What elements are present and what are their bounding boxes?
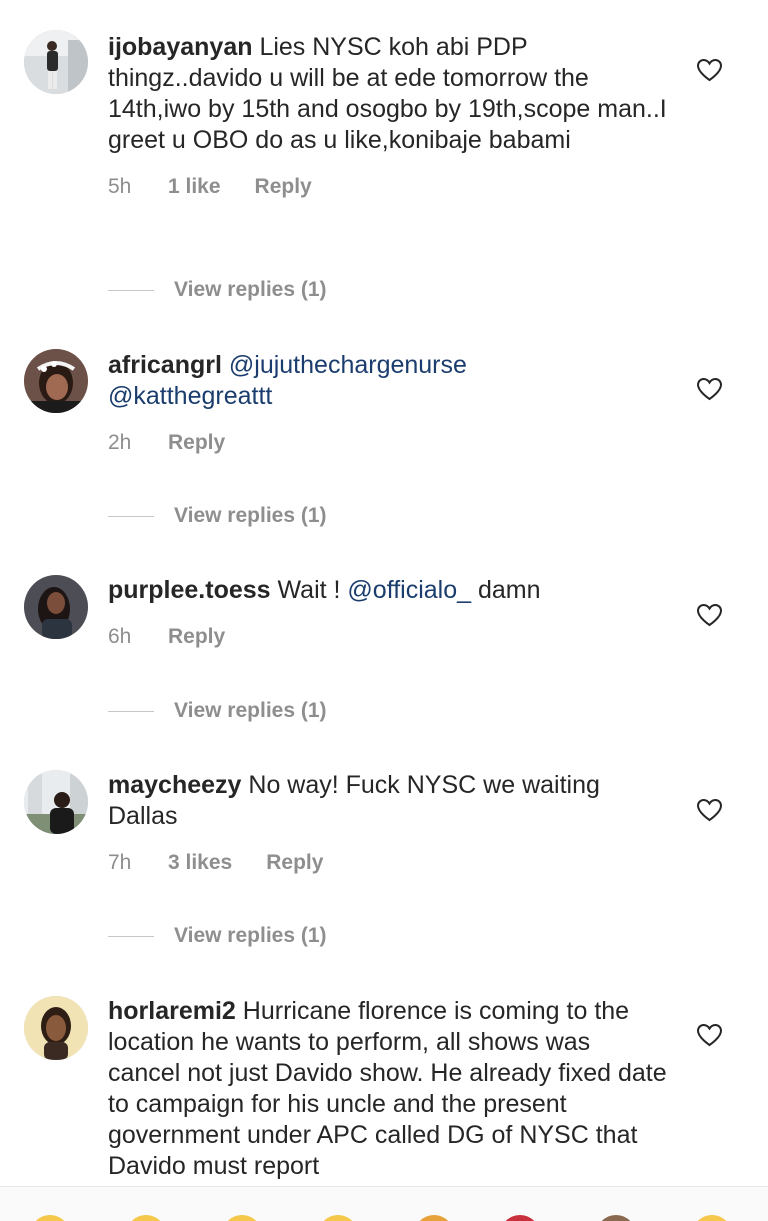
emoji-heart-icon[interactable]	[500, 1215, 540, 1221]
emoji-hands-icon[interactable]	[596, 1215, 636, 1221]
comment-body: ijobayanyan Lies NYSC koh abi PDP thingz…	[108, 32, 668, 200]
comment-text: ijobayanyan Lies NYSC koh abi PDP thingz…	[108, 32, 668, 156]
comment-time: 7h	[108, 851, 132, 874]
emoji-fire-icon[interactable]	[692, 1215, 732, 1221]
comment-body: purplee.toess Wait ! @officialo_ damn 6h…	[108, 575, 668, 650]
avatar-image	[24, 770, 88, 834]
divider-line	[108, 289, 154, 291]
emoji-smile-icon[interactable]	[30, 1215, 70, 1221]
emoji-sad-icon[interactable]	[318, 1215, 358, 1221]
view-replies-button[interactable]: View replies (1)	[108, 275, 327, 305]
reply-button[interactable]: Reply	[168, 430, 225, 456]
avatar-image	[24, 996, 88, 1060]
reply-button[interactable]: Reply	[168, 624, 225, 650]
mention-link[interactable]: @katthegreattt	[108, 382, 272, 410]
avatar-image	[24, 349, 88, 413]
comment-text: horlaremi2 Hurricane florence is coming …	[108, 996, 668, 1182]
comment-likes[interactable]: 3 likes	[168, 850, 232, 876]
comment-body: maycheezy No way! Fuck NYSC we waiting D…	[108, 770, 668, 876]
comments-page: ijobayanyan Lies NYSC koh abi PDP thingz…	[0, 0, 768, 1221]
view-replies-button[interactable]: View replies (1)	[108, 501, 327, 531]
reply-button[interactable]: Reply	[255, 174, 312, 200]
view-replies-button[interactable]: View replies (1)	[108, 696, 327, 726]
emoji-quick-bar	[0, 1186, 768, 1221]
view-replies-label: View replies (1)	[174, 278, 327, 301]
view-replies-label: View replies (1)	[174, 924, 327, 947]
comment-message: Wait !	[270, 576, 348, 604]
emoji-clap-icon[interactable]	[414, 1215, 454, 1221]
mention-link[interactable]: @jujuthechargenurse	[229, 351, 467, 379]
heart-outline-icon[interactable]	[696, 58, 723, 82]
divider-line	[108, 935, 154, 937]
avatar-image	[24, 575, 88, 639]
view-replies-label: View replies (1)	[174, 699, 327, 722]
heart-outline-icon[interactable]	[696, 798, 723, 822]
comment-message-end: damn	[471, 576, 541, 604]
avatar[interactable]	[24, 770, 88, 834]
heart-outline-icon[interactable]	[696, 377, 723, 401]
comment-text: purplee.toess Wait ! @officialo_ damn	[108, 575, 668, 606]
comment-body: horlaremi2 Hurricane florence is coming …	[108, 996, 668, 1182]
avatar[interactable]	[24, 575, 88, 639]
divider-line	[108, 710, 154, 712]
emoji-laugh-icon[interactable]	[126, 1215, 166, 1221]
comment-meta: 7h 3 likes Reply	[108, 850, 668, 876]
reply-button[interactable]: Reply	[266, 850, 323, 876]
avatar-image	[24, 30, 88, 94]
comment-meta: 6h Reply	[108, 624, 668, 650]
avatar[interactable]	[24, 30, 88, 94]
view-replies-button[interactable]: View replies (1)	[108, 921, 327, 951]
comment-time: 5h	[108, 175, 132, 198]
comment-text: africangrl @jujuthechargenurse @katthegre…	[108, 350, 668, 412]
avatar[interactable]	[24, 996, 88, 1060]
heart-outline-icon[interactable]	[696, 603, 723, 627]
mention-link[interactable]: @officialo_	[347, 576, 471, 604]
comment-text: maycheezy No way! Fuck NYSC we waiting D…	[108, 770, 668, 832]
divider-line	[108, 515, 154, 517]
comment-username[interactable]: maycheezy	[108, 771, 241, 799]
heart-outline-icon[interactable]	[696, 1023, 723, 1047]
comment-username[interactable]: ijobayanyan	[108, 33, 253, 61]
comment-time: 2h	[108, 431, 132, 454]
view-replies-label: View replies (1)	[174, 504, 327, 527]
comment-username[interactable]: africangrl	[108, 351, 222, 379]
comment-time: 6h	[108, 625, 132, 648]
comment-username[interactable]: purplee.toess	[108, 576, 271, 604]
avatar[interactable]	[24, 349, 88, 413]
emoji-wow-icon[interactable]	[222, 1215, 262, 1221]
comment-likes[interactable]: 1 like	[168, 174, 221, 200]
comment-meta: 2h Reply	[108, 430, 668, 456]
comment-username[interactable]: horlaremi2	[108, 997, 236, 1025]
comment-body: africangrl @jujuthechargenurse @katthegre…	[108, 350, 668, 456]
comment-meta: 5h 1 like Reply	[108, 174, 668, 200]
